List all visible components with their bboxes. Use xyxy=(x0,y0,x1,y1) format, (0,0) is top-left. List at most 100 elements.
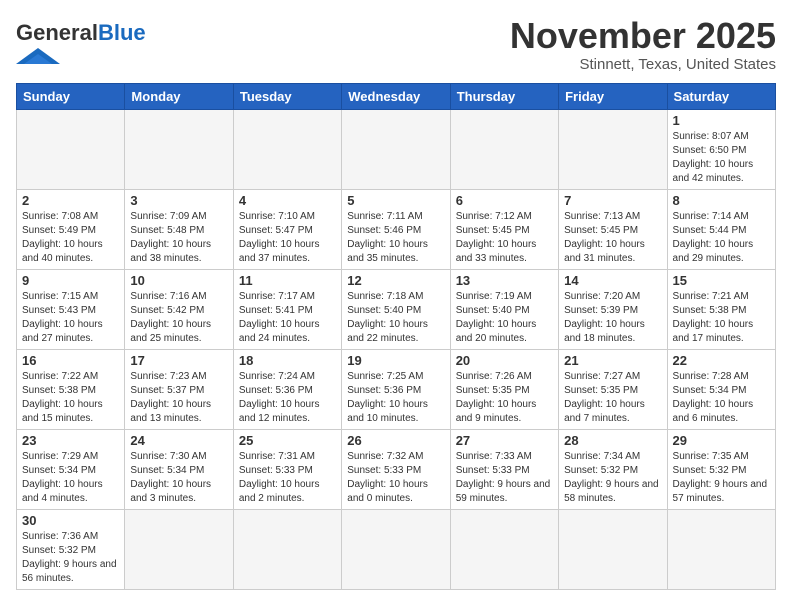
day-info: Sunrise: 7:26 AM Sunset: 5:35 PM Dayligh… xyxy=(456,370,553,426)
col-header-tuesday: Tuesday xyxy=(233,83,341,109)
calendar-cell: 25 Sunrise: 7:31 AM Sunset: 5:33 PM Dayli… xyxy=(233,429,341,509)
calendar-cell: 3 Sunrise: 7:09 AM Sunset: 5:48 PM Daylig… xyxy=(125,189,233,269)
day-number: 4 xyxy=(239,193,336,208)
day-info: Sunrise: 7:08 AM Sunset: 5:49 PM Dayligh… xyxy=(22,210,119,266)
day-number: 16 xyxy=(22,353,119,368)
calendar-cell: 9Sunrise: 7:15 AM Sunset: 5:43 PM Daylig… xyxy=(17,269,125,349)
logo-icon xyxy=(16,46,60,66)
day-info: Sunrise: 7:09 AM Sunset: 5:48 PM Dayligh… xyxy=(130,210,227,266)
day-number: 22 xyxy=(673,353,770,368)
calendar-week-row: 1Sunrise: 8:07 AM Sunset: 6:50 PM Daylig… xyxy=(17,109,776,189)
day-info: Sunrise: 7:31 AM Sunset: 5:33 PM Dayligh… xyxy=(239,450,336,506)
day-info: Sunrise: 7:21 AM Sunset: 5:38 PM Dayligh… xyxy=(673,290,770,346)
title-block: November 2025 Stinnett, Texas, United St… xyxy=(510,16,776,73)
calendar-cell: 11 Sunrise: 7:17 AM Sunset: 5:41 PM Dayli… xyxy=(233,269,341,349)
day-number: 26 xyxy=(347,433,444,448)
day-info: Sunrise: 7:18 AM Sunset: 5:40 PM Dayligh… xyxy=(347,290,444,346)
calendar-cell xyxy=(125,109,233,189)
calendar-cell xyxy=(125,509,233,589)
day-info: Sunrise: 7:23 AM Sunset: 5:37 PM Dayligh… xyxy=(130,370,227,426)
col-header-sunday: Sunday xyxy=(17,83,125,109)
calendar-cell xyxy=(233,109,341,189)
day-number: 17 xyxy=(130,353,227,368)
col-header-friday: Friday xyxy=(559,83,667,109)
day-info: Sunrise: 7:29 AM Sunset: 5:34 PM Dayligh… xyxy=(22,450,119,506)
calendar-cell: 23 Sunrise: 7:29 AM Sunset: 5:34 PM Dayli… xyxy=(17,429,125,509)
calendar-cell: 15 Sunrise: 7:21 AM Sunset: 5:38 PM Dayli… xyxy=(667,269,775,349)
day-number: 24 xyxy=(130,433,227,448)
calendar-cell xyxy=(450,109,558,189)
col-header-thursday: Thursday xyxy=(450,83,558,109)
calendar-title: November 2025 xyxy=(510,16,776,56)
calendar-cell: 18 Sunrise: 7:24 AM Sunset: 5:36 PM Dayli… xyxy=(233,349,341,429)
calendar-cell: 13Sunrise: 7:19 AM Sunset: 5:40 PM Dayli… xyxy=(450,269,558,349)
day-number: 27 xyxy=(456,433,553,448)
calendar-cell: 7 Sunrise: 7:13 AM Sunset: 5:45 PM Daylig… xyxy=(559,189,667,269)
day-number: 9 xyxy=(22,273,119,288)
day-number: 18 xyxy=(239,353,336,368)
logo-text: GeneralBlue xyxy=(16,20,146,72)
day-number: 12 xyxy=(347,273,444,288)
calendar-cell xyxy=(559,109,667,189)
col-header-saturday: Saturday xyxy=(667,83,775,109)
calendar-cell: 10Sunrise: 7:16 AM Sunset: 5:42 PM Dayli… xyxy=(125,269,233,349)
calendar-cell: 20 Sunrise: 7:26 AM Sunset: 5:35 PM Dayli… xyxy=(450,349,558,429)
day-number: 13 xyxy=(456,273,553,288)
logo: GeneralBlue xyxy=(16,20,146,72)
day-number: 3 xyxy=(130,193,227,208)
day-info: Sunrise: 7:17 AM Sunset: 5:41 PM Dayligh… xyxy=(239,290,336,346)
day-number: 25 xyxy=(239,433,336,448)
calendar-cell: 2 Sunrise: 7:08 AM Sunset: 5:49 PM Daylig… xyxy=(17,189,125,269)
calendar-week-row: 2 Sunrise: 7:08 AM Sunset: 5:49 PM Daylig… xyxy=(17,189,776,269)
day-info: Sunrise: 7:32 AM Sunset: 5:33 PM Dayligh… xyxy=(347,450,444,506)
day-info: Sunrise: 7:28 AM Sunset: 5:34 PM Dayligh… xyxy=(673,370,770,426)
calendar-cell: 17 Sunrise: 7:23 AM Sunset: 5:37 PM Dayli… xyxy=(125,349,233,429)
calendar-cell: 5Sunrise: 7:11 AM Sunset: 5:46 PM Daylig… xyxy=(342,189,450,269)
calendar-header-row: SundayMondayTuesdayWednesdayThursdayFrid… xyxy=(17,83,776,109)
day-number: 11 xyxy=(239,273,336,288)
calendar-week-row: 23 Sunrise: 7:29 AM Sunset: 5:34 PM Dayli… xyxy=(17,429,776,509)
day-number: 30 xyxy=(22,513,119,528)
day-info: Sunrise: 7:13 AM Sunset: 5:45 PM Dayligh… xyxy=(564,210,661,266)
day-info: Sunrise: 7:14 AM Sunset: 5:44 PM Dayligh… xyxy=(673,210,770,266)
calendar-cell: 22 Sunrise: 7:28 AM Sunset: 5:34 PM Dayli… xyxy=(667,349,775,429)
day-number: 21 xyxy=(564,353,661,368)
calendar-table: SundayMondayTuesdayWednesdayThursdayFrid… xyxy=(16,83,776,590)
day-number: 15 xyxy=(673,273,770,288)
calendar-cell xyxy=(450,509,558,589)
calendar-cell: 8 Sunrise: 7:14 AM Sunset: 5:44 PM Daylig… xyxy=(667,189,775,269)
day-number: 29 xyxy=(673,433,770,448)
logo-blue: Blue xyxy=(98,20,146,45)
calendar-cell: 29Sunrise: 7:35 AM Sunset: 5:32 PM Dayli… xyxy=(667,429,775,509)
page-header: GeneralBlue November 2025 Stinnett, Texa… xyxy=(16,16,776,73)
day-info: Sunrise: 7:36 AM Sunset: 5:32 PM Dayligh… xyxy=(22,530,119,586)
calendar-cell: 30 Sunrise: 7:36 AM Sunset: 5:32 PM Dayli… xyxy=(17,509,125,589)
calendar-cell: 1Sunrise: 8:07 AM Sunset: 6:50 PM Daylig… xyxy=(667,109,775,189)
calendar-cell: 27Sunrise: 7:33 AM Sunset: 5:33 PM Dayli… xyxy=(450,429,558,509)
day-number: 8 xyxy=(673,193,770,208)
calendar-cell xyxy=(667,509,775,589)
day-number: 23 xyxy=(22,433,119,448)
day-number: 28 xyxy=(564,433,661,448)
logo-general: General xyxy=(16,20,98,45)
calendar-cell: 26 Sunrise: 7:32 AM Sunset: 5:33 PM Dayli… xyxy=(342,429,450,509)
calendar-cell: 4Sunrise: 7:10 AM Sunset: 5:47 PM Daylig… xyxy=(233,189,341,269)
calendar-cell xyxy=(559,509,667,589)
day-info: Sunrise: 7:20 AM Sunset: 5:39 PM Dayligh… xyxy=(564,290,661,346)
day-number: 7 xyxy=(564,193,661,208)
calendar-cell: 6Sunrise: 7:12 AM Sunset: 5:45 PM Daylig… xyxy=(450,189,558,269)
col-header-monday: Monday xyxy=(125,83,233,109)
day-number: 2 xyxy=(22,193,119,208)
day-info: Sunrise: 7:34 AM Sunset: 5:32 PM Dayligh… xyxy=(564,450,661,506)
day-info: Sunrise: 7:24 AM Sunset: 5:36 PM Dayligh… xyxy=(239,370,336,426)
calendar-cell xyxy=(342,509,450,589)
day-number: 14 xyxy=(564,273,661,288)
day-number: 20 xyxy=(456,353,553,368)
day-number: 1 xyxy=(673,113,770,128)
day-info: Sunrise: 7:22 AM Sunset: 5:38 PM Dayligh… xyxy=(22,370,119,426)
day-info: Sunrise: 7:25 AM Sunset: 5:36 PM Dayligh… xyxy=(347,370,444,426)
day-info: Sunrise: 7:16 AM Sunset: 5:42 PM Dayligh… xyxy=(130,290,227,346)
calendar-week-row: 30 Sunrise: 7:36 AM Sunset: 5:32 PM Dayli… xyxy=(17,509,776,589)
calendar-cell xyxy=(17,109,125,189)
day-info: Sunrise: 7:27 AM Sunset: 5:35 PM Dayligh… xyxy=(564,370,661,426)
